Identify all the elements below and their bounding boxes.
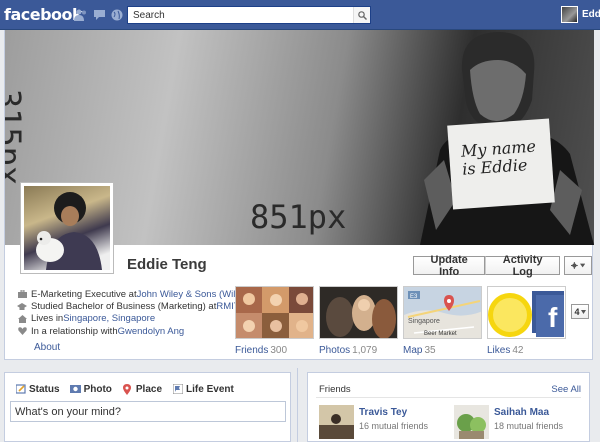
map-city-label: Singapore — [408, 318, 440, 325]
about-relationship-link[interactable]: Gwendolyn Ang — [118, 326, 185, 337]
pencil-icon — [15, 384, 26, 395]
app-friends-label: Friends — [235, 345, 269, 356]
friend-name: Saihah Maa — [494, 407, 550, 418]
search-box — [127, 6, 371, 24]
app-likes-label: Likes — [487, 345, 511, 356]
about-work-link[interactable]: John Wiley & Sons (Wile... — [137, 289, 235, 300]
cover-height-label: 315px — [5, 88, 29, 186]
tab-life-event-label: Life Event — [186, 383, 234, 395]
friend-mutual: 16 mutual friends — [359, 421, 429, 431]
more-apps-count: 4 — [574, 306, 580, 317]
friend-mutual: 18 mutual friends — [494, 421, 564, 431]
timeline-header: My name is Eddie 315px 851px Eddie Teng … — [4, 30, 595, 360]
status-composer: Status Photo Place Life Event — [4, 372, 291, 442]
user-name: Eddie — [582, 9, 600, 20]
notification-jewels — [74, 8, 124, 22]
profile-name[interactable]: Eddie Teng — [127, 256, 207, 273]
briefcase-icon — [17, 290, 27, 299]
friend-photo — [454, 405, 489, 439]
user-profile-link[interactable]: Eddie — [561, 6, 600, 23]
tab-place[interactable]: Place — [122, 382, 162, 396]
app-likes-count: 42 — [512, 345, 524, 356]
app-likes[interactable]: f Likes 42 — [487, 286, 566, 356]
notifications-globe-icon[interactable] — [110, 8, 124, 22]
about-work: E-Marketing Executive at John Wiley & So… — [17, 288, 235, 300]
app-map[interactable]: E3 Singapore Beer Market Map 35 — [403, 286, 482, 356]
map-pin-icon — [122, 383, 133, 395]
search-icon[interactable] — [353, 7, 370, 23]
map-road-label: E3 — [410, 294, 418, 300]
about-location: Lives in Singapore, Singapore — [17, 313, 235, 325]
name-sign: My name is Eddie — [447, 118, 555, 210]
about-education-text: Studied Bachelor of Business (Marketing)… — [31, 301, 217, 313]
tab-place-label: Place — [135, 383, 163, 395]
about-work-text: E-Marketing Executive at — [31, 288, 137, 300]
about-education-link[interactable]: RMIT... — [216, 301, 235, 312]
about-education: Studied Bachelor of Business (Marketing)… — [17, 300, 235, 312]
graduation-cap-icon — [17, 302, 27, 311]
action-button-group: Update Info Activity Log — [413, 254, 560, 278]
composer-tabs: Status Photo Place Life Event — [5, 373, 290, 401]
messages-icon[interactable] — [92, 8, 106, 22]
update-info-button[interactable]: Update Info — [413, 254, 486, 278]
photo-icon — [69, 384, 81, 395]
more-apps-button[interactable]: 4 — [571, 304, 589, 319]
tab-status[interactable]: Status — [15, 382, 60, 396]
chevron-down-icon — [579, 263, 585, 268]
heart-icon — [17, 327, 27, 336]
tab-status-label: Status — [29, 383, 60, 395]
photos-thumbnail — [319, 286, 398, 339]
friend-name: Travis Tey — [359, 407, 408, 418]
app-friends-count: 300 — [270, 345, 288, 356]
status-input[interactable] — [10, 401, 286, 422]
about-location-link[interactable]: Singapore, Singapore — [63, 313, 155, 324]
map-thumbnail: E3 Singapore Beer Market — [403, 286, 482, 339]
app-friends[interactable]: Friends 300 — [235, 286, 314, 356]
tab-photo-label: Photo — [83, 383, 112, 395]
chevron-down-icon — [580, 309, 586, 314]
friends-box: Friends See All Travis Tey 16 mutual fri… — [307, 372, 590, 442]
about-relationship: In a relationship with Gwendolyn Ang — [17, 325, 235, 337]
more-apps: 4 — [571, 286, 595, 356]
likes-thumbnail: f — [487, 286, 566, 339]
see-all-link[interactable]: See All — [551, 384, 581, 395]
profile-picture[interactable] — [20, 182, 114, 274]
app-map-count: 35 — [424, 345, 436, 356]
app-photos-count: 1,079 — [352, 345, 378, 356]
app-photos[interactable]: Photos 1,079 — [319, 286, 398, 356]
friend-card[interactable]: Travis Tey 16 mutual friends — [319, 405, 440, 439]
app-thumbnails: Friends 300 Photos 1,079 E3 Singapore Be… — [235, 286, 595, 356]
facebook-logo[interactable]: facebook — [4, 5, 83, 24]
gear-icon — [571, 262, 578, 269]
app-map-label: Map — [403, 345, 423, 356]
svg-text:f: f — [548, 302, 558, 333]
timeline-divider — [297, 368, 298, 442]
flag-icon — [172, 384, 183, 395]
friend-card[interactable]: Saihah Maa 18 mutual friends — [454, 405, 575, 439]
avatar — [561, 6, 578, 23]
settings-menu-button[interactable] — [564, 256, 592, 275]
sign-line-2: is Eddie — [461, 155, 528, 179]
cover-width-label: 851px — [250, 198, 347, 236]
tab-photo[interactable]: Photo — [69, 382, 112, 396]
map-place-label: Beer Market — [424, 331, 457, 337]
home-icon — [17, 314, 27, 323]
friends-box-title: Friends — [319, 383, 351, 395]
about-summary: E-Marketing Executive at John Wiley & So… — [17, 288, 235, 338]
top-bar: facebook Eddie — [0, 0, 600, 30]
about-location-text: Lives in — [31, 313, 64, 325]
friend-requests-icon[interactable] — [74, 8, 88, 22]
about-link[interactable]: About — [34, 342, 60, 353]
friend-photo — [319, 405, 354, 439]
tab-life-event[interactable]: Life Event — [172, 382, 234, 396]
about-relationship-text: In a relationship with — [31, 325, 118, 337]
friends-thumbnail — [235, 286, 314, 339]
profile-actions: Update Info Activity Log — [413, 254, 592, 278]
app-photos-label: Photos — [319, 345, 351, 356]
search-input[interactable] — [128, 7, 348, 23]
profile-photo — [24, 186, 110, 270]
activity-log-button[interactable]: Activity Log — [485, 254, 560, 278]
